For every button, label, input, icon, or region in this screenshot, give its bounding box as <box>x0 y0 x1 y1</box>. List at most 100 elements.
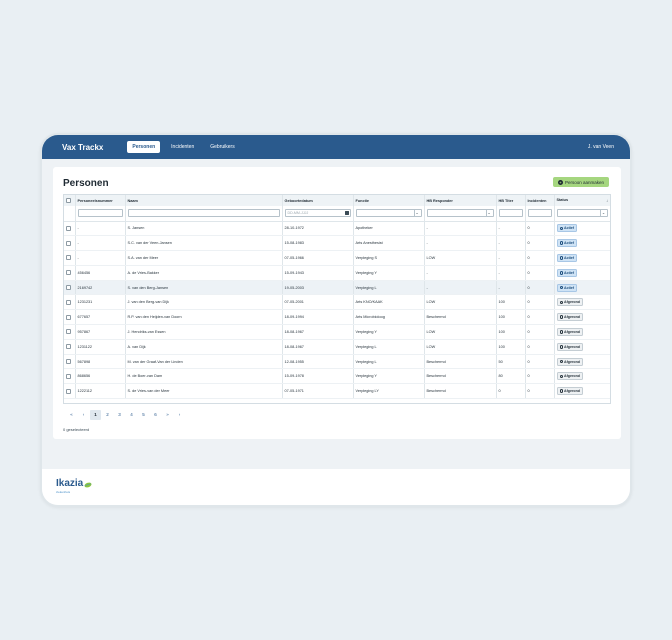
status-label: Afgerond <box>564 329 580 334</box>
table-row[interactable]: - S. Jansen 28-10-1972 Apotheker - -0 Actief <box>64 221 610 237</box>
table-row[interactable]: 868656 H. de Boer-van Dam 15-09-1978 Verple… <box>64 368 610 385</box>
column-header[interactable]: Incidenten <box>525 195 555 206</box>
row-checkbox[interactable] <box>66 270 71 276</box>
tab-incidenten[interactable]: Incidenten <box>166 141 199 153</box>
cell-naam: S. van den Berg-Jansen <box>125 280 283 296</box>
row-checkbox[interactable] <box>66 388 71 394</box>
table-row[interactable]: 1231231 J. van den Berg-van Dijk 07-05-200… <box>64 294 610 311</box>
column-header[interactable]: HB Titer <box>496 195 526 206</box>
row-checkbox[interactable] <box>66 299 71 305</box>
filter-cell <box>64 206 76 222</box>
table-row[interactable]: - S.C. van der Veen-Jansen 15-08-1983 Arts … <box>64 235 610 252</box>
filter-functie-select[interactable]: ⌄ <box>355 209 422 218</box>
cell-inc: 0 <box>525 250 555 266</box>
cell-functie: Verpleging L <box>353 339 425 355</box>
cell-nr: 1231122 <box>75 339 126 355</box>
row-checkbox[interactable] <box>66 240 71 246</box>
cell-titer: 100 <box>496 309 526 326</box>
page-button[interactable]: 5 <box>138 410 149 420</box>
cell-hb: - <box>424 235 497 252</box>
table-row[interactable]: - S.A. van der Meer 07-05-1966 Verpleging S… <box>64 250 610 266</box>
cell-geb: 19-05-2003 <box>282 280 354 296</box>
filter-cell <box>496 206 526 222</box>
status-label: Actief <box>564 270 574 275</box>
cell-titer: 100 <box>496 339 526 355</box>
row-checkbox[interactable] <box>66 359 71 365</box>
table-row[interactable]: 677657 R.P. van den Heijden-van Doorn 18-0… <box>64 309 610 326</box>
filter-incidenten-input[interactable] <box>527 209 552 218</box>
row-checkbox[interactable] <box>66 225 71 231</box>
cell-nr: 957867 <box>75 324 126 340</box>
cell-inc: 0 <box>525 309 555 326</box>
cell-status: Afgerond <box>554 309 610 326</box>
column-header[interactable]: Geboortedatum <box>282 195 354 206</box>
row-checkbox[interactable] <box>66 373 71 379</box>
status-circle-icon <box>559 271 563 275</box>
last-page-button[interactable]: › <box>174 410 185 420</box>
row-checkbox[interactable] <box>66 255 71 261</box>
column-header[interactable]: HB Responder <box>424 195 497 206</box>
row-checkbox[interactable] <box>66 344 71 350</box>
select-all-checkbox[interactable] <box>66 198 71 203</box>
column-header[interactable]: Personeelsnummer <box>75 195 126 206</box>
row-checkbox[interactable] <box>66 285 71 291</box>
cell-titer: 100 <box>496 324 526 340</box>
cell-naam: R.P. van den Heijden-van Doorn <box>125 309 283 326</box>
prev-page-button[interactable]: ‹ <box>78 410 89 420</box>
cell-inc: 0 <box>525 383 555 400</box>
add-person-button[interactable]: + Persoon aanmaken <box>552 177 609 187</box>
add-person-label: Persoon aanmaken <box>564 179 604 185</box>
filter-geboortedatum-input[interactable]: DD-MM-JJJJ <box>284 209 351 218</box>
page-button[interactable]: 2 <box>102 410 113 420</box>
table-row[interactable]: 2169742 S. van den Berg-Jansen 19-05-2003 V… <box>64 280 610 296</box>
page-button[interactable]: 1 <box>90 410 101 420</box>
sort-down-icon[interactable]: ↓ <box>606 198 608 203</box>
page-button[interactable]: 4 <box>126 410 137 420</box>
column-header[interactable]: Functie <box>353 195 425 206</box>
filter-hb-titer-input[interactable] <box>498 209 523 218</box>
cell-naam: S.A. van der Meer <box>125 250 283 266</box>
cell-inc: 0 <box>525 339 555 355</box>
cell-inc: 0 <box>525 280 555 296</box>
filter-status-select[interactable]: ⌄ <box>556 209 608 218</box>
cell-inc: 0 <box>525 235 555 252</box>
selected-count: 0 geselecteerd <box>63 427 90 432</box>
cell-geb: 12-08-1955 <box>282 354 354 370</box>
filter-cell: ⌄ <box>554 206 610 222</box>
filter-naam-input[interactable] <box>127 209 280 218</box>
filter-personeelsnummer-input[interactable] <box>77 209 123 218</box>
user-menu[interactable]: J. van Veen <box>588 144 614 150</box>
first-page-button[interactable]: « <box>66 410 77 420</box>
table-row[interactable]: 957867 J. Hendriks-van Essen 18-08-1967 Ver… <box>64 324 610 340</box>
chevron-down-icon: ⌄ <box>600 210 606 217</box>
calendar-icon[interactable] <box>344 211 349 216</box>
column-header[interactable]: Naam <box>125 195 283 206</box>
cell-status: Afgerond <box>554 368 610 385</box>
table-row[interactable]: 456456 A. de Vries-Bakker 15-09-1943 Verple… <box>64 265 610 281</box>
page-button[interactable]: 6 <box>150 410 161 420</box>
page-button[interactable]: 3 <box>114 410 125 420</box>
column-header-status[interactable]: Status ↓ <box>554 195 610 206</box>
next-page-button[interactable]: » <box>162 410 173 420</box>
tab-personen[interactable]: Personen <box>127 141 161 153</box>
table-row[interactable]: 567898 M. van der Graaf-Van der Linden 12-… <box>64 354 610 370</box>
row-checkbox[interactable] <box>66 314 71 320</box>
brand-logo[interactable]: Vax Trackx <box>62 143 103 152</box>
select-all-cell <box>64 195 76 206</box>
filter-hb-responder-select[interactable]: ⌄ <box>426 209 494 218</box>
table-row[interactable]: 1222112 S. de Vries-van der Meer 07-05-197… <box>64 383 610 400</box>
chevron-down-icon: ⌄ <box>413 210 419 217</box>
cell-naam: A. de Vries-Bakker <box>125 265 283 281</box>
cell-nr: - <box>75 235 126 252</box>
cell-nr: - <box>75 221 126 237</box>
date-placeholder: DD-MM-JJJJ <box>287 211 309 216</box>
cell-hb: LOW <box>424 294 497 311</box>
table-row[interactable]: 1231122 A. van Dijk 18-08-1967 Verpleging L… <box>64 339 610 355</box>
cell-geb: 07-05-2001 <box>282 294 354 311</box>
tab-gebruikers[interactable]: Gebruikers <box>205 141 239 153</box>
cell-hb: Beschermd <box>424 309 497 326</box>
cell-functie: Verpleging Y <box>353 265 425 281</box>
status-label: Afgerond <box>564 344 580 349</box>
status-label: Afgerond <box>564 389 580 394</box>
row-checkbox[interactable] <box>66 329 71 335</box>
